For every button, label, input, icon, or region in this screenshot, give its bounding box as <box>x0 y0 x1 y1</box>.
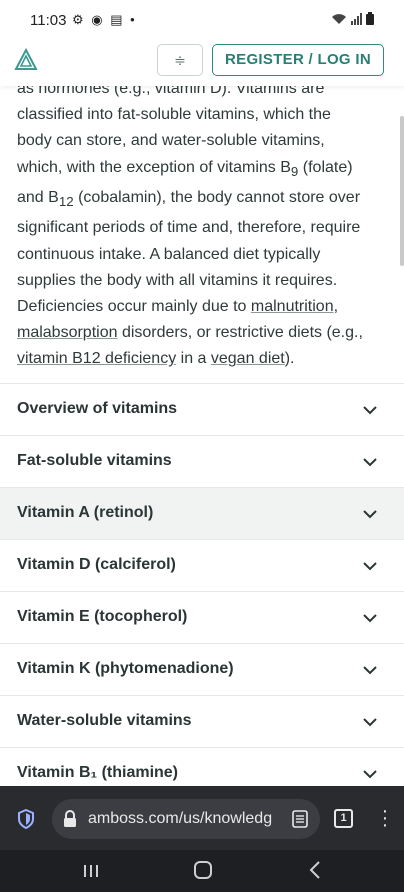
battery-icon <box>366 12 374 25</box>
malnutrition-link[interactable]: malnutrition <box>251 298 334 315</box>
section-label: Vitamin D (calciferol) <box>17 556 176 573</box>
gear-icon: ⚙ <box>72 12 86 27</box>
text-line: Deficiencies occur mainly due to <box>17 298 251 315</box>
chevron-down-icon <box>363 406 377 415</box>
signal-icon <box>350 13 362 25</box>
article-paragraph: as hormones (e.g., vitamin D). Vitamins … <box>17 86 389 373</box>
text-line: disorders, or restrictive diets (e.g., <box>117 324 363 342</box>
page-scrollbar[interactable] <box>400 116 404 266</box>
chevron-down-icon <box>363 770 377 779</box>
chevron-down-icon <box>363 562 377 571</box>
text-line: (cobalamin), the body cannot store over <box>73 189 361 206</box>
url-text[interactable]: amboss.com/us/knowledg <box>88 810 274 828</box>
dot-icon: • <box>130 12 137 27</box>
lock-icon[interactable] <box>62 810 78 828</box>
text-line: ). <box>284 350 295 368</box>
section-vitamin-b1[interactable]: Vitamin B₁ (thiamine) <box>0 748 404 786</box>
reader-mode-icon[interactable] <box>292 810 308 828</box>
section-vitamin-e[interactable]: Vitamin E (tocopherol) <box>0 592 404 644</box>
text-line: in a <box>176 350 211 368</box>
text-line: significant periods of time and, therefo… <box>17 219 361 237</box>
section-label: Vitamin B₁ (thiamine) <box>17 764 179 781</box>
wifi-icon <box>332 14 347 24</box>
section-list: Overview of vitamins Fat-soluble vitamin… <box>0 383 404 786</box>
section-label: Vitamin K (phytomenadione) <box>17 660 234 677</box>
amboss-logo-icon[interactable] <box>14 48 38 72</box>
section-vitamin-d[interactable]: Vitamin D (calciferol) <box>0 540 404 592</box>
section-fat-soluble-vitamins[interactable]: Fat-soluble vitamins <box>0 436 404 488</box>
section-overview-of-vitamins[interactable]: Overview of vitamins <box>0 384 404 436</box>
home-icon[interactable] <box>194 861 212 879</box>
register-login-button[interactable]: REGISTER / LOG IN <box>212 44 384 76</box>
text-line: body can store, and water-soluble vitami… <box>17 132 325 150</box>
address-bar[interactable]: amboss.com/us/knowledg <box>52 799 320 839</box>
text-line: as hormones (e.g., vitamin D). Vitamins … <box>17 86 325 97</box>
section-label: Fat-soluble vitamins <box>17 452 172 469</box>
chevron-down-icon <box>363 666 377 675</box>
text-line: and B <box>17 189 59 206</box>
more-menu-icon[interactable]: · · · <box>377 801 393 835</box>
text-line: classified into fat-soluble vitamins, wh… <box>17 106 331 124</box>
malabsorption-link[interactable]: malabsorption <box>17 324 118 341</box>
section-label: Vitamin E (tocopherol) <box>17 608 188 625</box>
text-line: supplies the body with all vitamins it r… <box>17 271 338 289</box>
subscript: 12 <box>58 194 74 210</box>
text-line: (folate) <box>298 158 353 176</box>
app-header: ≑ REGISTER / LOG IN <box>0 38 404 86</box>
section-label: Water-soluble vitamins <box>17 712 192 729</box>
calendar-icon: ▤ <box>110 12 125 27</box>
browser-toolbar: amboss.com/us/knowledg 1 · · · <box>0 786 404 850</box>
media-icon: ◉ <box>91 12 105 27</box>
notification-icons: ⚙ ◉ ▤ • <box>72 12 137 28</box>
vitamin-b12-deficiency-link[interactable]: vitamin B12 deficiency <box>17 350 176 367</box>
section-label: Overview of vitamins <box>17 400 178 417</box>
section-vitamin-k[interactable]: Vitamin K (phytomenadione) <box>0 644 404 696</box>
collapse-all-button[interactable]: ≑ <box>157 44 203 76</box>
article-content[interactable]: as hormones (e.g., vitamin D). Vitamins … <box>0 86 404 786</box>
text-line: continuous intake. A balanced diet typic… <box>17 245 321 263</box>
text-line: , <box>333 298 339 315</box>
vegan-diet-link[interactable]: vegan diet <box>211 350 285 367</box>
status-bar: 11:03 ⚙ ◉ ▤ • <box>0 0 404 38</box>
chevron-down-icon <box>363 458 377 467</box>
section-label: Vitamin A (retinol) <box>17 504 154 521</box>
section-vitamin-a[interactable]: Vitamin A (retinol) <box>0 488 404 540</box>
tab-switcher-button[interactable]: 1 <box>334 809 353 828</box>
text-line: which, with the exception of vitamins B <box>17 158 291 176</box>
shield-icon[interactable] <box>17 809 35 829</box>
clock: 11:03 <box>30 12 67 29</box>
recent-apps-icon[interactable] <box>82 864 100 878</box>
chevron-down-icon <box>363 614 377 623</box>
system-icons <box>331 12 374 28</box>
chevron-down-icon <box>363 510 377 519</box>
back-icon[interactable] <box>308 860 322 880</box>
system-navigation-bar <box>0 850 404 892</box>
chevron-down-icon <box>363 718 377 727</box>
section-water-soluble-vitamins[interactable]: Water-soluble vitamins <box>0 696 404 748</box>
